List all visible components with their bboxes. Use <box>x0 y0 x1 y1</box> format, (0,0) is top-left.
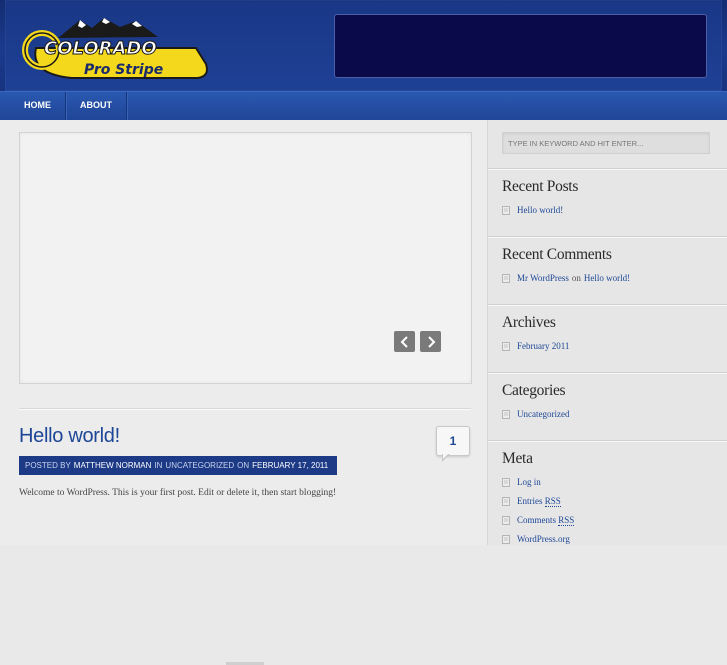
widget-meta: Meta Log in Entries RSS Comments RSS Wor… <box>502 450 712 553</box>
widget-recent-comments: Recent Comments Mr WordPress on Hello wo… <box>502 246 712 292</box>
nav-item-about[interactable]: ABOUT <box>66 92 127 121</box>
widget-separator <box>488 168 727 169</box>
entries-rss-link[interactable]: Entries RSS <box>517 496 561 507</box>
widget-separator <box>488 440 727 441</box>
document-icon <box>502 534 510 544</box>
widget-recent-posts: Recent Posts Hello world! <box>502 178 712 224</box>
post-title[interactable]: Hello world! <box>19 425 120 448</box>
document-icon <box>502 515 510 525</box>
slider-next-button[interactable] <box>420 331 441 352</box>
document-icon <box>502 409 510 419</box>
header-ad-banner[interactable] <box>334 14 707 78</box>
list-item: February 2011 <box>502 341 712 351</box>
comment-on-text: on <box>571 273 581 283</box>
sidebar: Recent Posts Hello world! Recent Comment… <box>487 120 727 545</box>
meta-date: FEBRUARY 17, 2011 <box>252 461 329 470</box>
widget-title-recent-posts: Recent Posts <box>502 178 579 195</box>
rss-abbr: RSS <box>544 496 561 507</box>
rss-abbr: RSS <box>558 515 575 526</box>
widget-separator <box>488 372 727 373</box>
featured-slider <box>19 132 472 384</box>
list-item: Uncategorized <box>502 409 712 419</box>
widget-title-archives: Archives <box>502 314 556 331</box>
document-icon <box>502 205 510 215</box>
widget-archives: Archives February 2011 <box>502 314 712 360</box>
list-item: Mr WordPress on Hello world! <box>502 273 712 283</box>
list-item: Hello world! <box>502 205 712 215</box>
chevron-left-icon <box>400 335 408 348</box>
chevron-right-icon <box>427 335 435 348</box>
widget-title-recent-comments: Recent Comments <box>502 246 612 263</box>
widget-title-meta: Meta <box>502 450 533 467</box>
logo-tagline: Pro Stripe <box>84 62 163 78</box>
category-link[interactable]: Uncategorized <box>517 409 569 419</box>
slider-prev-button[interactable] <box>394 331 415 352</box>
widget-separator <box>488 236 727 237</box>
wordpress-org-link[interactable]: WordPress.org <box>517 534 570 544</box>
comment-bubble-tail-inner <box>443 453 449 459</box>
list-item: Comments RSS <box>502 515 712 526</box>
widget-separator <box>488 304 727 305</box>
comments-rss-link[interactable]: Comments RSS <box>517 515 575 526</box>
nav-item-home[interactable]: HOME <box>5 92 66 121</box>
document-icon <box>502 341 510 351</box>
widget-categories: Categories Uncategorized <box>502 382 712 428</box>
comments-label: Comments <box>517 515 557 525</box>
main-content: Hello world! 1 POSTED BY MATTHEW NORMAN … <box>0 120 487 665</box>
comment-post-link[interactable]: Hello world! <box>584 273 630 283</box>
site-header: COLORADO Pro Stripe <box>0 0 727 91</box>
recent-post-link[interactable]: Hello world! <box>517 205 563 215</box>
archive-link[interactable]: February 2011 <box>517 341 569 351</box>
comment-author-link[interactable]: Mr WordPress <box>517 273 569 283</box>
site-logo[interactable]: COLORADO Pro Stripe <box>20 18 210 82</box>
list-item: Log in <box>502 477 712 487</box>
login-link[interactable]: Log in <box>517 477 541 487</box>
post-excerpt: Welcome to WordPress. This is your first… <box>19 488 337 498</box>
meta-on: ON <box>237 461 250 470</box>
document-icon <box>502 477 510 487</box>
list-item: WordPress.org <box>502 534 712 544</box>
document-icon <box>502 273 510 283</box>
meta-posted-by: POSTED BY <box>25 461 71 470</box>
meta-category-link[interactable]: UNCATEGORIZED <box>165 461 234 470</box>
meta-in: IN <box>154 461 163 470</box>
comment-count-badge[interactable]: 1 <box>436 426 470 456</box>
search-input[interactable] <box>502 132 710 154</box>
widget-title-categories: Categories <box>502 382 566 399</box>
content-divider <box>19 408 471 409</box>
entries-label: Entries <box>517 496 543 506</box>
meta-author-link[interactable]: MATTHEW NORMAN <box>74 461 152 470</box>
post-meta-bar: POSTED BY MATTHEW NORMAN IN UNCATEGORIZE… <box>19 456 338 475</box>
main-navigation: HOME ABOUT <box>0 91 727 121</box>
list-item: Entries RSS <box>502 496 712 507</box>
document-icon <box>502 496 510 506</box>
logo-wordmark: COLORADO <box>44 38 157 59</box>
